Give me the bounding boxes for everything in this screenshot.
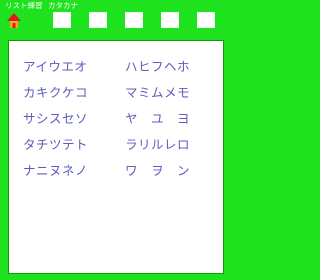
kana-row-wa[interactable]: ワ ヲ ン [125, 163, 190, 179]
kana-row-ya[interactable]: ヤ ユ ヨ [125, 111, 190, 127]
kana-row-a[interactable]: アイウエオ [23, 59, 87, 75]
kana-row-ka[interactable]: カキクケコ [23, 85, 88, 101]
sub-title: カタカナ [48, 1, 78, 10]
title-bar: リスト練習 カタカナ [0, 0, 230, 12]
toolbar-button-1[interactable] [53, 12, 71, 28]
kana-row-na[interactable]: ナニヌネノ [23, 163, 88, 179]
kana-row-ma[interactable]: マミムメモ [125, 85, 190, 101]
app-title: リスト練習 [5, 1, 43, 10]
kana-row-ha[interactable]: ハヒフヘホ [125, 59, 190, 75]
kana-list-panel: アイウエオ カキクケコ サシスセソ タチツテト ナニヌネノ ハヒフヘホ マミムメ… [8, 40, 224, 274]
toolbar-button-2[interactable] [89, 12, 107, 28]
toolbar-button-4[interactable] [161, 12, 179, 28]
kana-row-sa[interactable]: サシスセソ [23, 111, 88, 127]
kana-row-ra[interactable]: ラリルレロ [125, 137, 190, 153]
home-button[interactable] [6, 12, 22, 30]
toolbar-button-3[interactable] [125, 12, 143, 28]
kana-row-ta[interactable]: タチツテト [23, 137, 88, 153]
toolbar-button-5[interactable] [197, 12, 215, 28]
home-icon [7, 13, 21, 28]
